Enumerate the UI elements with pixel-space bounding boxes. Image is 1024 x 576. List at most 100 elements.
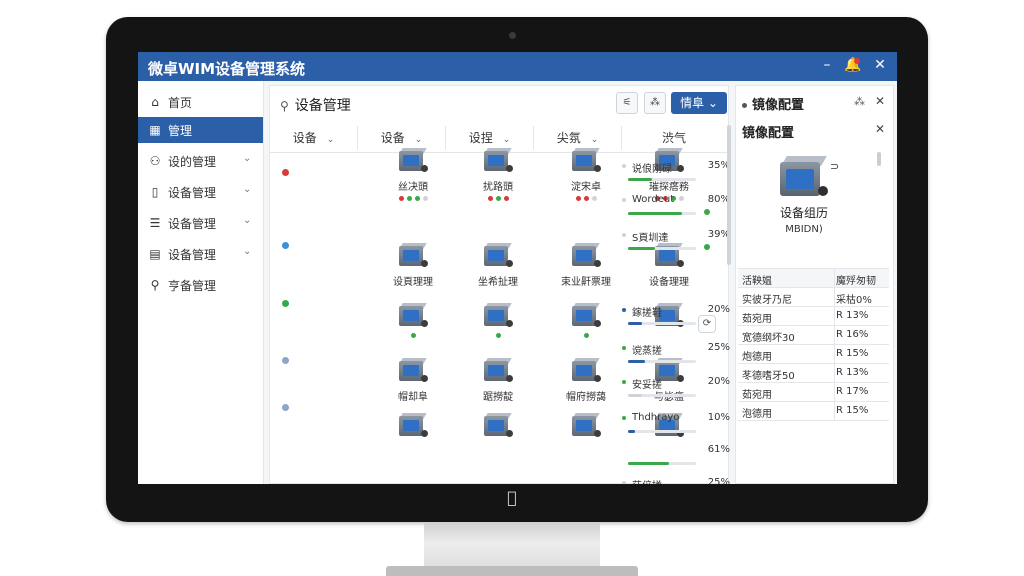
sidebar-item-label: 设的管理 bbox=[168, 154, 217, 169]
progress-item: 茫倍搓 25% bbox=[622, 477, 730, 484]
column-header[interactable]: 设备 ⌄ bbox=[270, 126, 358, 150]
sidebar-item-device-3[interactable]: ☰ 设备管理 ⌄ bbox=[138, 210, 263, 236]
device-item[interactable]: 帽府撈藹 bbox=[546, 358, 626, 412]
status-dots bbox=[546, 406, 626, 412]
status-dots bbox=[629, 291, 709, 297]
sidebar-item-manage[interactable]: ▦ 管理 bbox=[138, 117, 263, 143]
progress-name: Wordeut bbox=[632, 194, 675, 205]
progress-track bbox=[628, 394, 696, 397]
chevron-down-icon: ⌄ bbox=[243, 215, 252, 226]
progress-fill bbox=[628, 247, 655, 250]
column-header[interactable]: 设捏 ⌄ bbox=[446, 126, 534, 150]
row-status-dot bbox=[282, 404, 289, 411]
device-item[interactable] bbox=[373, 413, 453, 449]
device-icon bbox=[572, 243, 601, 269]
device-item[interactable] bbox=[458, 303, 538, 339]
table-cell: R 16% bbox=[836, 329, 869, 340]
device-item[interactable] bbox=[546, 303, 626, 339]
tool-button[interactable]: ⚟ bbox=[616, 92, 638, 114]
status-dot bbox=[422, 196, 428, 201]
app-title: 微卓WIM设备管理系统 bbox=[148, 60, 306, 78]
page-title-text: 设备管理 bbox=[294, 98, 351, 114]
table-cell: R 13% bbox=[836, 310, 869, 321]
progress-fill bbox=[628, 322, 642, 325]
monitor-stand-base bbox=[386, 566, 638, 576]
progress-item: 61% bbox=[622, 444, 730, 465]
device-item[interactable]: 设頁理理 bbox=[373, 243, 453, 297]
sidebar-item-device-5[interactable]: ⚲ 亨备管理 bbox=[138, 272, 263, 298]
sidebar-item-home[interactable]: ⌂ 首页 bbox=[138, 89, 263, 115]
sidebar-item-device-2[interactable]: ▯ 设备管理 ⌄ bbox=[138, 179, 263, 205]
close-icon[interactable]: ✕ bbox=[875, 122, 885, 136]
status-dots bbox=[458, 291, 538, 297]
close-icon[interactable]: ✕ bbox=[871, 57, 889, 73]
table-row: 宽德纲坏30 R 16% bbox=[738, 326, 889, 345]
bullet-icon bbox=[622, 416, 626, 420]
device-icon bbox=[572, 303, 601, 329]
status-dot bbox=[591, 196, 597, 201]
scrollbar[interactable] bbox=[877, 152, 881, 166]
status-dots bbox=[458, 443, 538, 449]
column-header[interactable]: 渋气 bbox=[622, 126, 726, 150]
column-header-label: 设备 bbox=[292, 131, 317, 145]
device-icon bbox=[484, 413, 513, 439]
table-cell: R 15% bbox=[836, 348, 869, 359]
device-label: 坐希扯理 bbox=[478, 277, 518, 288]
config-table: 活鞅媪 魔殍匆韧 实彼牙乃尼 采枯0% 茹宛用 R 13% 宽德纲坏30 R 16% 炮德用 R … bbox=[738, 268, 889, 421]
progress-item: 谠蒸搓 25% bbox=[622, 342, 730, 363]
device-item[interactable]: 扰路頭 bbox=[458, 148, 538, 202]
progress-name: 说俍刚碌 bbox=[632, 164, 672, 175]
status-dot bbox=[583, 333, 589, 338]
device-item[interactable]: 坐希扯理 bbox=[458, 243, 538, 297]
table-cell: R 17% bbox=[836, 386, 869, 397]
progress-track bbox=[628, 247, 696, 250]
chevron-down-icon: ⌄ bbox=[243, 184, 252, 195]
device-management-panel: ⚲ 设备管理 ⚟ ⁂ 情阜 ⌄ 设备 ⌄ 设备 ⌄ 设捏 ⌄ 尖氛 ⌄ 渋气 ⟳ 丝决頭扰… bbox=[269, 85, 730, 484]
minimize-icon[interactable]: – bbox=[818, 57, 836, 73]
sidebar-item-label: 设备管理 bbox=[168, 247, 217, 262]
chevron-down-icon: ⌄ bbox=[414, 135, 423, 145]
column-header[interactable]: 设备 ⌄ bbox=[358, 126, 446, 150]
filter-button[interactable]: ⁂ bbox=[644, 92, 666, 114]
bullet-icon bbox=[622, 308, 626, 312]
column-header-label: 渋气 bbox=[661, 131, 686, 145]
device-item[interactable]: 设备理理 bbox=[629, 243, 709, 297]
status-dot bbox=[410, 333, 416, 338]
details-dropdown-button[interactable]: 情阜 ⌄ bbox=[671, 92, 727, 114]
table-row: 苳德嗜牙50 R 13% bbox=[738, 364, 889, 383]
device-item[interactable] bbox=[546, 413, 626, 449]
table-cell: 茹宛用 bbox=[742, 390, 772, 401]
table-row: 实彼牙乃尼 采枯0% bbox=[738, 288, 889, 307]
device-item[interactable]: 束业鼾票理 bbox=[546, 243, 626, 297]
table-cell: 魔殍匆韧 bbox=[836, 276, 876, 287]
bullet-icon bbox=[622, 233, 626, 237]
app-window: 微卓WIM设备管理系统 – 🔔 ✕ ⌂ 首页 ▦ 管理 ⚇ 设的管理 ⌄ ▯ 设… bbox=[138, 52, 897, 484]
device-label: 踞撈靛 bbox=[483, 392, 513, 403]
progress-track bbox=[628, 430, 696, 433]
bullet-icon bbox=[622, 198, 626, 202]
cable-icon: ⊃ bbox=[830, 160, 840, 173]
settings-icon[interactable]: ⁂ bbox=[854, 95, 865, 108]
sidebar-item-label: 管理 bbox=[168, 123, 193, 138]
device-item[interactable]: 丝决頭 bbox=[373, 148, 453, 202]
table-cell: 实彼牙乃尼 bbox=[742, 295, 792, 306]
device-item[interactable]: 淀宋卓 bbox=[546, 148, 626, 202]
device-item[interactable]: 帽却阜 bbox=[373, 358, 453, 412]
device-item[interactable]: 踞撈靛 bbox=[458, 358, 538, 412]
row-status-dot bbox=[282, 169, 289, 176]
progress-name: 谠蒸搓 bbox=[632, 346, 662, 357]
column-header[interactable]: 尖氛 ⌄ bbox=[534, 126, 622, 150]
table-cell: R 13% bbox=[836, 367, 869, 378]
device-icon bbox=[484, 148, 513, 174]
progress-fill bbox=[628, 178, 652, 181]
device-item[interactable] bbox=[458, 413, 538, 449]
bullet-icon bbox=[622, 164, 626, 168]
progress-track bbox=[628, 178, 696, 181]
sidebar-item-device-4[interactable]: ▤ 设备管理 ⌄ bbox=[138, 241, 263, 267]
progress-name: 鎵搓鞋 bbox=[632, 308, 662, 319]
sidebar-item-device-1[interactable]: ⚇ 设的管理 ⌄ bbox=[138, 148, 263, 174]
close-icon[interactable]: ✕ bbox=[875, 94, 885, 108]
status-dot bbox=[583, 196, 589, 201]
device-item[interactable] bbox=[373, 303, 453, 339]
scrollbar[interactable] bbox=[727, 125, 731, 265]
